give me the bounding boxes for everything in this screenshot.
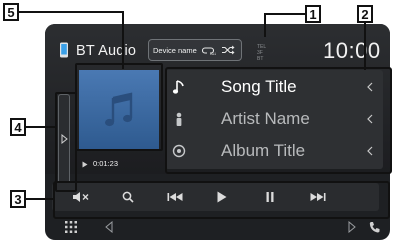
clock: 10:00 [323,38,381,63]
device-info-chip[interactable]: Device name ALL [148,39,242,61]
callout-5-leader [122,11,124,69]
callout-4-leader [25,126,57,128]
device-name-label: Device name [153,45,197,55]
smartphone-icon [60,42,68,58]
connection-status-info: TEL 3F BT [257,44,266,62]
callout-1: 1 [305,5,321,23]
callout-3-leader [25,198,55,200]
callout-2-leader [364,22,366,70]
play-state-icon [82,161,88,168]
callout-4-bracket [55,92,77,192]
svg-text:ALL: ALL [210,52,216,55]
shuffle-icon[interactable] [221,45,235,55]
callout-3-bracket [53,181,390,219]
callout-5: 5 [3,3,19,21]
callout-5-leader [19,11,123,13]
callout-1-leader [265,13,306,15]
repeat-all-icon[interactable]: ALL [201,45,216,55]
forward-arrow-icon[interactable] [348,221,356,233]
source-title: BT Audio [76,43,137,59]
back-arrow-icon[interactable] [105,221,113,233]
callout-5-bracket [75,63,163,151]
callout-3: 3 [10,190,26,208]
menu-grid-icon[interactable] [65,221,77,233]
callout-1-leader [264,13,266,37]
bt-label: BT [257,56,264,62]
play-time: 0:01:23 [93,159,119,168]
callout-4: 4 [10,118,26,136]
phone-call-icon[interactable] [369,221,380,233]
callout-2-bracket [165,67,392,174]
callout-2: 2 [357,5,373,23]
